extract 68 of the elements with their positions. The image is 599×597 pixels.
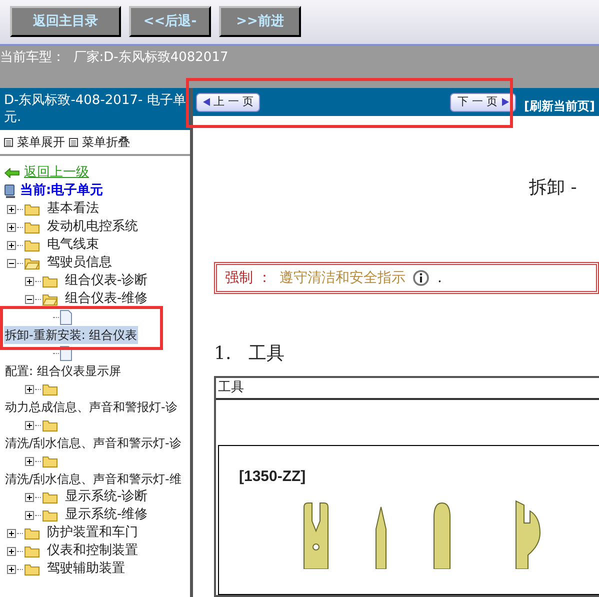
folder-icon bbox=[42, 454, 58, 468]
next-page-button[interactable]: 下 一 页 bbox=[450, 92, 516, 112]
refresh-page-link[interactable]: [刷新当前页] bbox=[524, 97, 595, 115]
tree-item[interactable]: 驾驶辅助装置 bbox=[46, 559, 126, 579]
part-code: [1350-ZZ] bbox=[239, 467, 307, 487]
section-heading: 1. 工具 bbox=[214, 343, 284, 364]
back-arrow-icon bbox=[4, 168, 20, 178]
menu-action-link[interactable]: 菜单展开 bbox=[17, 133, 65, 151]
warning-label: 强制 ： bbox=[225, 268, 272, 288]
menu-action-link[interactable]: 菜单折叠 bbox=[82, 133, 130, 151]
expand-icon[interactable] bbox=[7, 222, 16, 232]
expand-icon[interactable] bbox=[7, 204, 16, 214]
expand-icon[interactable] bbox=[25, 492, 34, 502]
expand-icon[interactable] bbox=[25, 276, 34, 286]
tree-item[interactable]: 拆卸-重新安装: 组合仪表 bbox=[4, 326, 138, 344]
tree-item[interactable]: 电气线束 bbox=[46, 235, 100, 255]
warning-period: . bbox=[437, 268, 442, 288]
page-title: 拆卸 - bbox=[529, 176, 578, 200]
tree-item[interactable]: 仪表和控制装置 bbox=[46, 541, 139, 561]
expand-icon[interactable] bbox=[25, 456, 34, 466]
folder-icon bbox=[24, 562, 40, 576]
folder-icon bbox=[24, 526, 40, 540]
folder-icon bbox=[24, 220, 40, 234]
document-icon bbox=[60, 310, 72, 324]
computer-icon bbox=[4, 184, 16, 198]
tree-item[interactable]: 防护装置和车门 bbox=[46, 523, 139, 543]
menu-icon bbox=[69, 138, 78, 146]
collapse-icon[interactable] bbox=[25, 294, 34, 304]
folder-icon bbox=[42, 508, 58, 522]
tree-item[interactable]: 显示系统-维修 bbox=[64, 505, 149, 525]
table-header-cell-text: 工具 bbox=[218, 379, 244, 398]
menu-icon bbox=[4, 138, 13, 146]
tree-item[interactable]: 发动机电控系统 bbox=[46, 217, 139, 237]
tree-item[interactable]: 组合仪表-诊断 bbox=[64, 271, 149, 291]
open-folder-icon bbox=[24, 256, 40, 270]
tree-item[interactable]: 驾驶员信息 bbox=[46, 253, 113, 273]
tree-item[interactable]: 动力总成信息、声音和警报灯-诊 bbox=[4, 398, 178, 416]
expand-icon[interactable] bbox=[25, 384, 34, 394]
tree-item[interactable]: 清洗/刮水信息、声音和警示灯-诊 bbox=[4, 434, 182, 452]
collapse-icon[interactable] bbox=[7, 258, 16, 268]
expand-icon[interactable] bbox=[25, 510, 34, 520]
open-folder-icon bbox=[42, 292, 58, 306]
expand-icon[interactable] bbox=[7, 240, 16, 250]
folder-icon bbox=[42, 382, 58, 396]
tree-item[interactable]: 基本看法 bbox=[46, 199, 100, 219]
folder-icon bbox=[42, 490, 58, 504]
current-node-label: 当前:电子单元 bbox=[20, 182, 104, 200]
folder-icon bbox=[24, 544, 40, 558]
tree-item[interactable]: 显示系统-诊断 bbox=[64, 487, 149, 507]
folder-icon bbox=[42, 274, 58, 288]
previous-page-button[interactable]: 上 一 页 bbox=[196, 92, 260, 112]
left-arrow-icon bbox=[202, 98, 210, 106]
expand-icon[interactable] bbox=[7, 546, 16, 556]
tree-item[interactable]: 组合仪表-维修 bbox=[64, 289, 149, 309]
tree-item[interactable]: 配置: 组合仪表显示屏 bbox=[4, 362, 122, 380]
sidebar-title: D-东风标致-408-2017- 电子单元. bbox=[0, 88, 190, 130]
tree-item[interactable]: 清洗/刮水信息、声音和警示灯-维 bbox=[4, 470, 182, 488]
folder-icon bbox=[24, 238, 40, 252]
expand-icon[interactable] bbox=[25, 420, 34, 430]
back-link[interactable]: 返回上一级 bbox=[24, 163, 89, 183]
info-icon bbox=[413, 270, 430, 286]
expand-icon[interactable] bbox=[7, 564, 16, 574]
warning-text: 遵守清洁和安全指示 bbox=[279, 268, 406, 288]
folder-icon bbox=[42, 418, 58, 432]
folder-icon bbox=[24, 202, 40, 216]
right-arrow-icon bbox=[502, 98, 509, 106]
vehicle-model-text: 当前车型： 厂家:D-东风标致4082017 bbox=[0, 50, 228, 65]
expand-icon[interactable] bbox=[7, 528, 16, 538]
